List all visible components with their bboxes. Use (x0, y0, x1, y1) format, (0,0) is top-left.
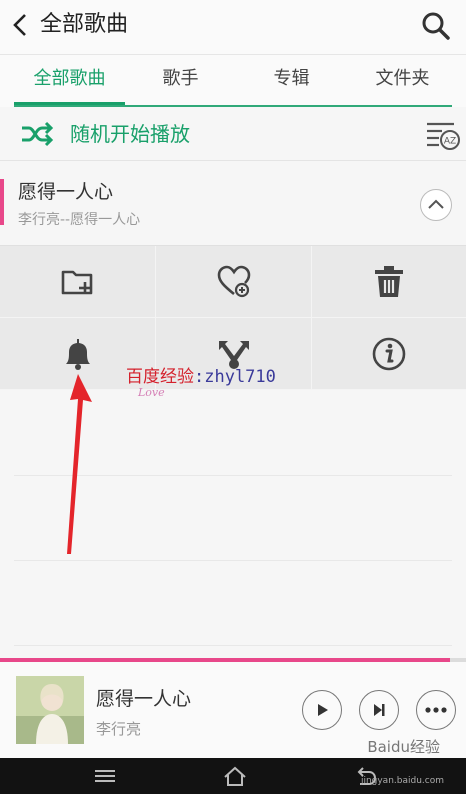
delete-button[interactable] (312, 246, 466, 318)
sort-az-icon[interactable]: AZ (424, 118, 460, 152)
search-button[interactable] (420, 10, 452, 42)
add-to-playlist-button[interactable] (0, 246, 156, 318)
chevron-up-icon (428, 199, 444, 209)
search-icon (422, 12, 450, 40)
play-button[interactable] (302, 690, 342, 730)
bell-icon (65, 338, 90, 370)
active-tab-indicator (14, 102, 125, 105)
song-title: 愿得一人心 (18, 181, 114, 203)
next-track-button[interactable] (359, 690, 399, 730)
skip-next-icon (374, 704, 385, 716)
home-nav-button[interactable] (222, 764, 248, 788)
menu-icon (95, 770, 115, 782)
watermark-red-text: 百度经验 (126, 367, 194, 387)
shuffle-icon (22, 121, 54, 147)
watermark-blue-text: :zhyl710 (194, 367, 276, 387)
baidu-brand-url: jingyan.baidu.com (360, 776, 444, 786)
play-icon (318, 704, 328, 716)
tab-all-songs[interactable]: 全部歌曲 (14, 55, 125, 103)
song-subtitle: 李行亮--愿得一人心 (18, 212, 141, 228)
now-playing-artist: 李行亮 (96, 720, 142, 738)
shuffle-play-row[interactable]: 随机开始播放 AZ (0, 108, 466, 161)
tab-divider (14, 105, 452, 107)
song-list-item[interactable]: 愿得一人心 李行亮--愿得一人心 (0, 161, 466, 246)
more-horizontal-icon (425, 707, 447, 713)
menu-nav-button[interactable] (92, 764, 118, 788)
trash-icon (375, 265, 403, 297)
baidu-brand-watermark: Baidu经验 (367, 738, 440, 756)
now-playing-title: 愿得一人心 (96, 688, 192, 710)
album-cover-art (16, 676, 84, 744)
tab-folders[interactable]: 文件夹 (347, 55, 458, 103)
tab-bar: 全部歌曲 歌手 专辑 文件夹 (0, 55, 466, 107)
song-info-button[interactable] (312, 318, 466, 390)
list-divider (14, 560, 452, 561)
top-bar: 全部歌曲 (0, 0, 466, 55)
svg-text:AZ: AZ (444, 137, 456, 147)
watermark: 百度经验:zhyl710 (126, 366, 276, 388)
favorite-button[interactable] (156, 246, 312, 318)
collapse-button[interactable] (420, 189, 452, 221)
info-icon (372, 337, 406, 370)
album-cover[interactable] (16, 676, 84, 744)
chevron-left-icon (13, 14, 26, 36)
more-options-button[interactable] (416, 690, 456, 730)
shuffle-play-label: 随机开始播放 (70, 122, 190, 146)
page-title: 全部歌曲 (40, 12, 129, 37)
annotation-arrow (67, 374, 92, 554)
tab-artists[interactable]: 歌手 (125, 55, 236, 103)
add-folder-icon (61, 270, 92, 294)
tab-albums[interactable]: 专辑 (236, 55, 347, 103)
favorite-heart-icon (217, 265, 250, 297)
list-divider (14, 645, 452, 646)
home-icon (224, 766, 246, 786)
watermark-love: Love (138, 386, 165, 399)
back-button[interactable] (8, 10, 34, 40)
now-playing-indicator (0, 179, 4, 225)
